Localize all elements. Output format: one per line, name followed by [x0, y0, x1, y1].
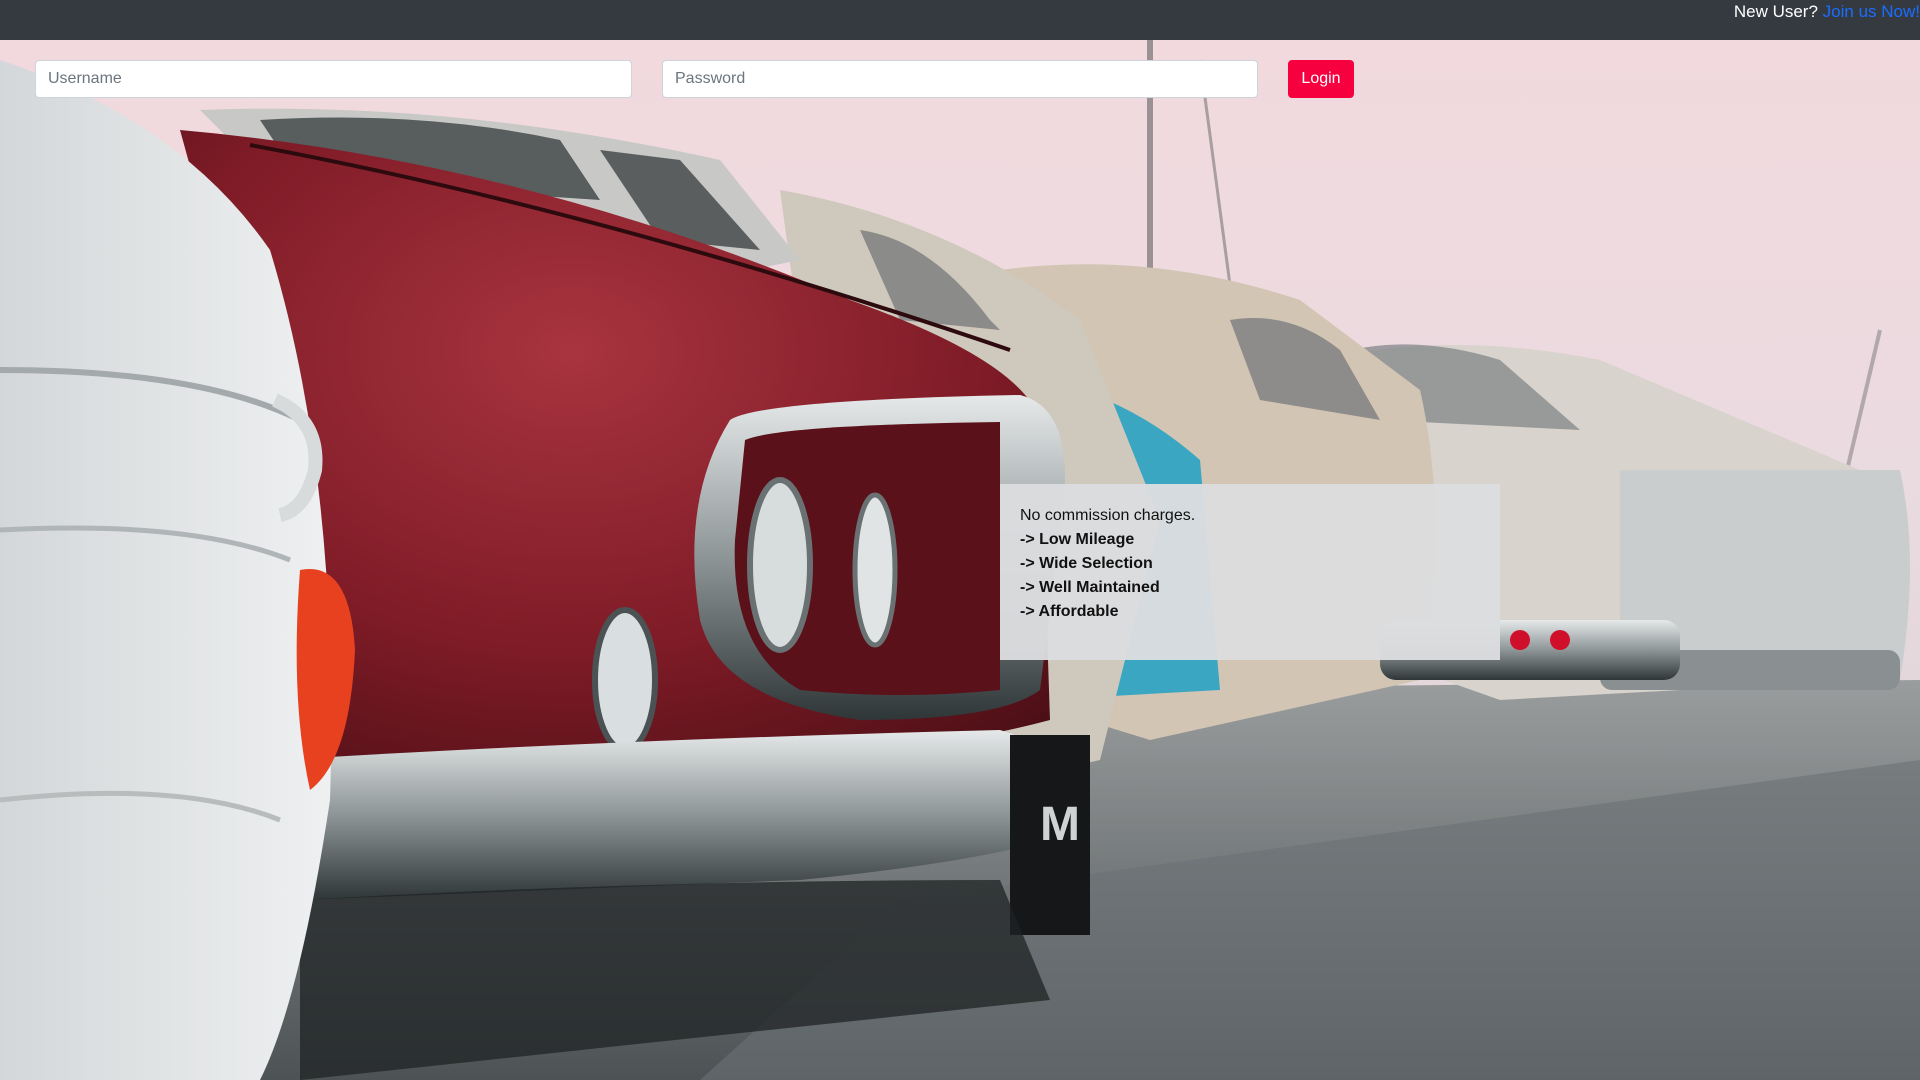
feature-item-affordable: -> Affordable	[1020, 603, 1119, 620]
feature-item-low-mileage: -> Low Mileage	[1020, 531, 1135, 548]
password-input[interactable]	[662, 60, 1258, 98]
commission-text: No commission charges.	[1020, 507, 1196, 524]
join-us-link[interactable]: Join us Now!	[1823, 2, 1920, 21]
svg-text:M: M	[1040, 798, 1080, 851]
background-photo: M	[0, 0, 1920, 1080]
feature-list: -> Low Mileage -> Wide Selection -> Well…	[1020, 528, 1480, 624]
username-input[interactable]	[35, 60, 632, 98]
new-user-text: New User?	[1733, 2, 1818, 21]
page: M New User? Join us Now! Login No commis…	[0, 0, 1920, 1080]
info-panel: No commission charges. -> Low Mileage ->…	[1000, 484, 1500, 660]
login-form: Login	[0, 40, 1920, 116]
signup-prompt: New User? Join us Now!	[1734, 2, 1920, 22]
login-button[interactable]: Login	[1288, 60, 1354, 98]
top-navbar: New User? Join us Now!	[0, 0, 1920, 40]
feature-item-well-maintained: -> Well Maintained	[1020, 579, 1160, 596]
feature-item-wide-selection: -> Wide Selection	[1020, 555, 1153, 572]
